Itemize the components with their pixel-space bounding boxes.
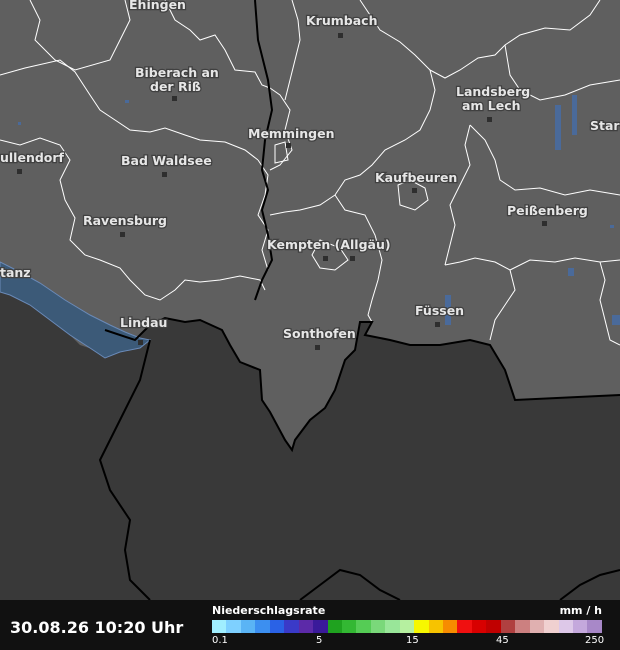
- city-label-peissenberg: Peißenberg: [507, 203, 588, 218]
- legend-unit: mm / h: [559, 604, 602, 617]
- legend-swatch: [500, 620, 516, 633]
- city-label-landsberg-1: Landsberg: [456, 84, 530, 99]
- legend-swatch: [327, 620, 342, 633]
- legend-color-bar: [212, 620, 602, 633]
- legend-swatch: [471, 620, 487, 633]
- legend-swatch: [529, 620, 545, 633]
- city-label-ehingen: Ehingen: [129, 0, 186, 12]
- legend-tick-4: 250: [585, 635, 605, 646]
- legend-swatch: [226, 620, 241, 633]
- legend-swatch: [284, 620, 299, 633]
- legend-swatch: [414, 620, 429, 633]
- legend-swatch: [255, 620, 270, 633]
- legend-swatch: [428, 620, 443, 633]
- legend-swatch: [486, 620, 501, 633]
- timestamp: 30.08.26 10:20 Uhr: [10, 618, 184, 637]
- footer-bar: 30.08.26 10:20 Uhr Niederschlagsrate mm …: [0, 600, 620, 650]
- legend-swatch: [370, 620, 386, 633]
- legend-swatch: [558, 620, 573, 633]
- legend-swatch: [313, 620, 328, 633]
- legend-swatch: [587, 620, 602, 633]
- city-label-biberach-2: der Riß: [150, 79, 201, 94]
- legend-swatch: [572, 620, 588, 633]
- legend-swatch: [298, 620, 314, 633]
- legend-swatch: [443, 620, 458, 633]
- legend-tick-3: 45: [496, 635, 509, 646]
- city-label-landsberg-2: am Lech: [462, 98, 521, 113]
- city-label-bad-waldsee: Bad Waldsee: [121, 153, 212, 168]
- city-label-memmingen: Memmingen: [248, 126, 334, 141]
- city-label-fuessen: Füssen: [415, 303, 464, 318]
- legend-tick-0: 0.1: [212, 635, 228, 646]
- legend-swatch: [269, 620, 285, 633]
- precipitation-map: Ehingen Krumbach Biberach an der Riß Lan…: [0, 0, 620, 600]
- legend-tick-1: 5: [316, 635, 323, 646]
- legend-title: Niederschlagsrate: [212, 604, 326, 617]
- legend-swatch: [399, 620, 415, 633]
- legend-swatch: [212, 620, 227, 633]
- city-label-konstanz: tanz: [0, 265, 31, 280]
- city-label-kaufbeuren: Kaufbeuren: [375, 170, 457, 185]
- legend-swatch: [457, 620, 472, 633]
- city-label-sonthofen: Sonthofen: [283, 326, 356, 341]
- legend-swatch: [385, 620, 400, 633]
- legend-tick-2: 15: [406, 635, 419, 646]
- city-label-kempten: Kempten (Allgäu): [267, 237, 391, 252]
- city-label-ravensburg: Ravensburg: [83, 213, 167, 228]
- legend-swatch: [356, 620, 371, 633]
- legend-swatch: [341, 620, 357, 633]
- legend-swatch: [544, 620, 559, 633]
- city-label-starnberg: Star: [590, 118, 620, 133]
- city-label-lindau: Lindau: [120, 315, 167, 330]
- legend-swatch: [240, 620, 256, 633]
- city-label-pfullendorf: ullendorf: [0, 150, 65, 165]
- city-label-krumbach: Krumbach: [306, 13, 377, 28]
- city-label-biberach-1: Biberach an: [135, 65, 219, 80]
- legend-swatch: [515, 620, 530, 633]
